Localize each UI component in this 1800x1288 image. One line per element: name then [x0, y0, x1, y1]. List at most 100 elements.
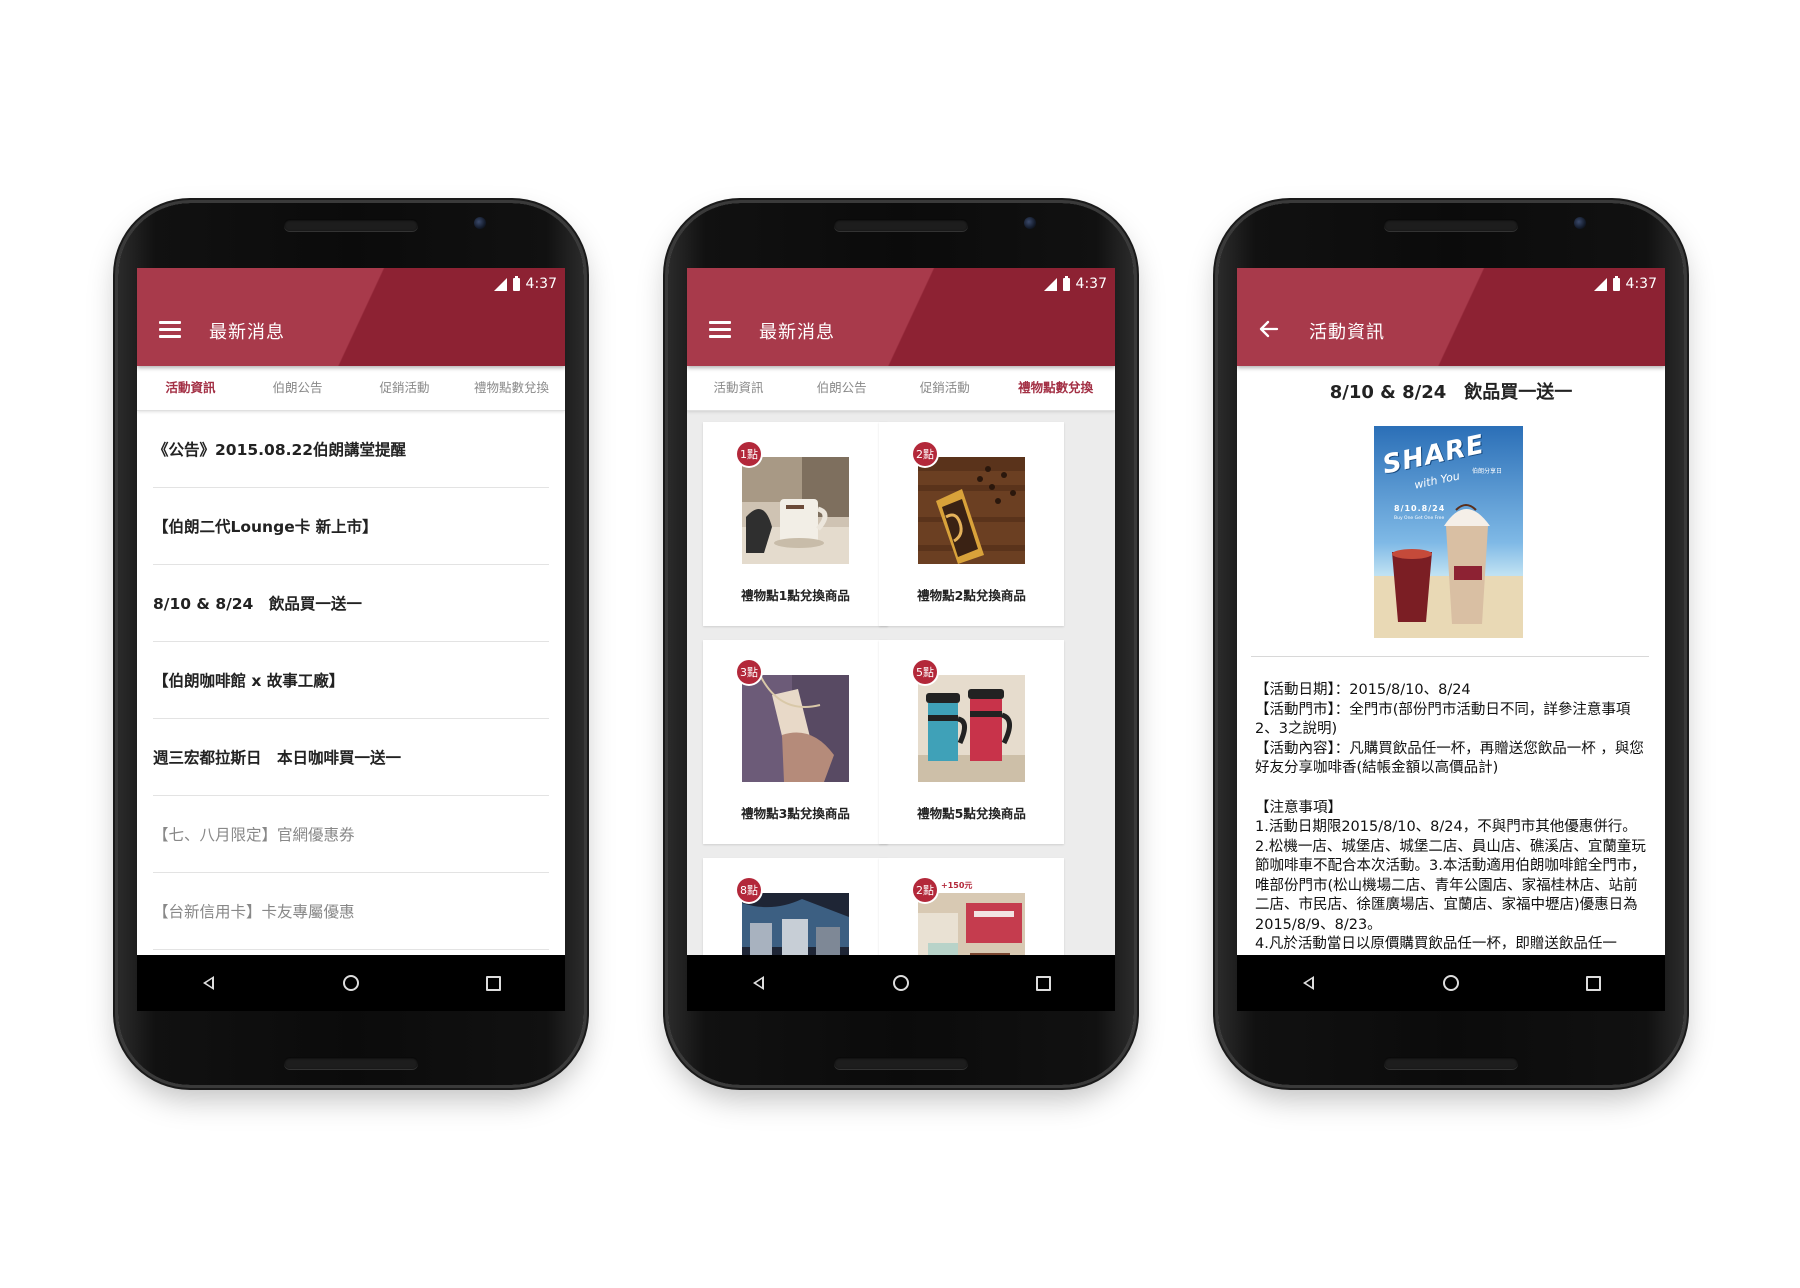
- app-title: 最新消息: [209, 322, 285, 343]
- gift-caption: 禮物點5點兌換商品: [917, 806, 1026, 821]
- points-badge: 2點: [913, 878, 937, 902]
- detail-line: 【注意事項】: [1255, 799, 1342, 816]
- list-item[interactable]: 週三宏都拉斯日 本日咖啡買一送一: [153, 719, 549, 796]
- list-item[interactable]: 【七、八月限定】官網優惠券: [153, 796, 549, 873]
- detail-line: 【活動內容】：凡購買飲品任一杯，再贈送您飲品一杯 ，與您好友分享咖啡香(結帳金額…: [1255, 740, 1644, 777]
- nav-home-button[interactable]: [331, 963, 371, 1003]
- detail-title: 8/10 & 8/24 飲品買一送一: [1329, 382, 1573, 403]
- card-in-hand-photo: [742, 675, 849, 782]
- extra-price-label: +150元: [941, 881, 973, 890]
- points-badge: 1點: [737, 442, 761, 466]
- front-camera: [1574, 217, 1586, 229]
- back-triangle-icon: [752, 976, 764, 990]
- points-badge: 3點: [737, 660, 761, 684]
- points-badge: 5點: [913, 660, 937, 684]
- detail-body: 【活動日期】：2015/8/10、8/24 【活動門市】：全門市(部份門市活動日…: [1255, 681, 1651, 955]
- home-circle-icon: [342, 975, 359, 991]
- app-bar: 4:37 活動資訊: [1237, 268, 1665, 366]
- app-title: 最新消息: [759, 322, 835, 343]
- detail-line: 1.活動日期限2015/8/10、8/24，不與門市其他優惠併行。: [1255, 819, 1637, 835]
- activity-detail: 8/10 & 8/24 飲品買一送一 SHARE with You 伯朗分享日 …: [1237, 366, 1665, 955]
- tab-gift-points[interactable]: 禮物點數兌換: [996, 366, 1115, 410]
- nav-back-button[interactable]: [738, 963, 778, 1003]
- gift-caption: 禮物點2點兌換商品: [917, 588, 1026, 603]
- tab-bar: 活動資訊 伯朗公告 促銷活動 禮物點數兌換: [687, 366, 1115, 411]
- gift-caption: 禮物點1點兌換商品: [741, 588, 850, 603]
- nav-back-button[interactable]: [188, 963, 228, 1003]
- coffee-bean-bag-photo: [918, 457, 1025, 564]
- bottom-speaker: [1384, 1057, 1518, 1069]
- top-speaker: [834, 219, 968, 231]
- top-speaker: [1384, 219, 1518, 231]
- battery-icon: [512, 275, 520, 291]
- app-bar: 4:37 最新消息: [137, 268, 565, 366]
- app-title: 活動資訊: [1309, 322, 1385, 343]
- phone-gift-points: 4:37 最新消息 活動資訊 伯朗公告 促銷活動 禮物點數兌換 1點 禮物點1點…: [668, 203, 1134, 1085]
- back-arrow-icon[interactable]: [1257, 317, 1281, 341]
- status-time: 4:37: [1625, 276, 1657, 292]
- detail-line: 4.凡於活動當日以原價購買飲品任一杯，即贈送飲品任一: [1255, 936, 1617, 952]
- coffee-mug-photo: [742, 457, 849, 564]
- signal-icon: [493, 277, 507, 291]
- tab-brown-notice[interactable]: 伯朗公告: [790, 366, 893, 410]
- tab-brown-notice[interactable]: 伯朗公告: [244, 366, 351, 410]
- home-circle-icon: [1442, 975, 1459, 991]
- phone-news-list: 4:37 最新消息 活動資訊 伯朗公告 促銷活動 禮物點數兌換 《公告》2015…: [118, 203, 584, 1085]
- points-badge: 8點: [737, 878, 761, 902]
- tab-activity-info[interactable]: 活動資訊: [687, 366, 790, 410]
- gift-card[interactable]: 2點 禮物點2點兌換商品: [879, 422, 1064, 626]
- nav-recents-button[interactable]: [474, 963, 514, 1003]
- screen: 4:37 活動資訊 8/10 & 8/24 飲品買一送一 SHARE with …: [1237, 268, 1665, 1011]
- tab-promotions[interactable]: 促銷活動: [893, 366, 996, 410]
- list-item[interactable]: 8/10 & 8/24 飲品買一送一: [153, 565, 549, 642]
- detail-line: 2.松機一店、城堡店、城堡二店、員山店、礁溪店、宜蘭童玩節咖啡車不配合本次活動。…: [1255, 838, 1646, 933]
- recents-square-icon: [1036, 975, 1052, 991]
- news-list: 《公告》2015.08.22伯朗講堂提醒 【伯朗二代Lounge卡 新上市】 8…: [137, 411, 565, 950]
- detail-line: 【活動門市】：全門市(部份門市活動日不同，詳參注意事項2、3之說明): [1255, 701, 1631, 738]
- bottom-speaker: [834, 1057, 968, 1069]
- travel-mugs-photo: [918, 675, 1025, 782]
- gift-grid: 1點 禮物點1點兌換商品 2點 禮物點2點兌換商品 3點 禮物點3點兌換商品 5…: [687, 411, 1115, 1011]
- top-speaker: [284, 219, 418, 231]
- signal-icon: [1593, 277, 1607, 291]
- recents-square-icon: [486, 975, 502, 991]
- screen: 4:37 最新消息 活動資訊 伯朗公告 促銷活動 禮物點數兌換 1點 禮物點1點…: [687, 268, 1115, 1011]
- nav-bar: [1237, 955, 1665, 1011]
- gift-card[interactable]: 5點 禮物點5點兌換商品: [879, 640, 1064, 844]
- front-camera: [1024, 217, 1036, 229]
- status-time: 4:37: [525, 276, 557, 292]
- bottom-speaker: [284, 1057, 418, 1069]
- nav-recents-button[interactable]: [1574, 963, 1614, 1003]
- poster-tagline: Buy One Get One Free: [1394, 516, 1445, 521]
- tab-activity-info[interactable]: 活動資訊: [137, 366, 244, 410]
- list-item[interactable]: 【台新信用卡】卡友專屬優惠: [153, 873, 549, 950]
- gift-card[interactable]: 3點 禮物點3點兌換商品: [703, 640, 888, 844]
- nav-back-button[interactable]: [1288, 963, 1328, 1003]
- detail-line: 【活動日期】：2015/8/10、8/24: [1255, 682, 1471, 698]
- divider: [1251, 656, 1649, 657]
- tab-bar: 活動資訊 伯朗公告 促銷活動 禮物點數兌換: [137, 366, 565, 411]
- list-item[interactable]: 【伯朗咖啡館 x 故事工廠】: [153, 642, 549, 719]
- status-time: 4:37: [1075, 276, 1107, 292]
- screen: 4:37 最新消息 活動資訊 伯朗公告 促銷活動 禮物點數兌換 《公告》2015…: [137, 268, 565, 1011]
- tab-promotions[interactable]: 促銷活動: [351, 366, 458, 410]
- list-item[interactable]: 《公告》2015.08.22伯朗講堂提醒: [153, 411, 549, 488]
- app-bar: 4:37 最新消息: [687, 268, 1115, 366]
- menu-icon[interactable]: [709, 321, 731, 338]
- status-bar: 4:37: [1043, 275, 1107, 293]
- status-bar: 4:37: [493, 275, 557, 293]
- back-triangle-icon: [1302, 976, 1314, 990]
- front-camera: [474, 217, 486, 229]
- poster-dates: 8/10.8/24: [1394, 504, 1446, 513]
- nav-home-button[interactable]: [881, 963, 921, 1003]
- points-badge: 2點: [913, 442, 937, 466]
- list-item[interactable]: 【伯朗二代Lounge卡 新上市】: [153, 488, 549, 565]
- nav-recents-button[interactable]: [1024, 963, 1064, 1003]
- menu-icon[interactable]: [159, 321, 181, 338]
- nav-home-button[interactable]: [1431, 963, 1471, 1003]
- gift-caption: 禮物點3點兌換商品: [741, 806, 850, 821]
- gift-card[interactable]: 1點 禮物點1點兌換商品: [703, 422, 888, 626]
- tab-gift-points[interactable]: 禮物點數兌換: [458, 366, 565, 410]
- nav-bar: [687, 955, 1115, 1011]
- recents-square-icon: [1586, 975, 1602, 991]
